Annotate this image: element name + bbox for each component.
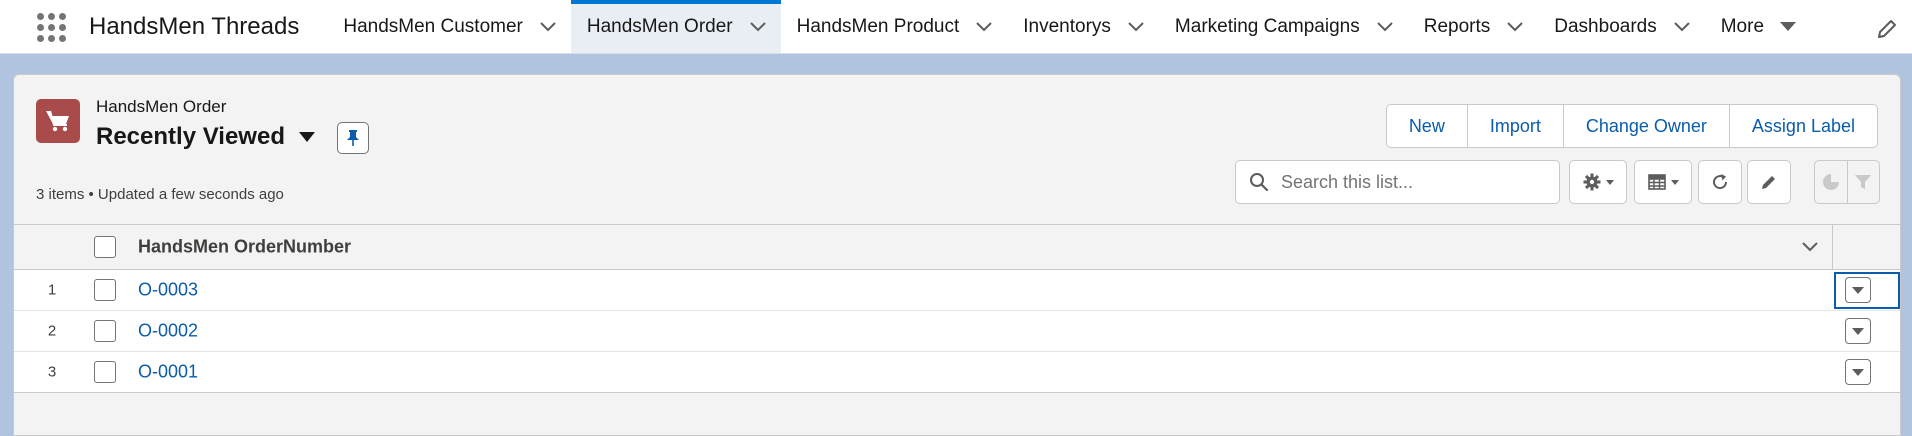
cart-icon: [36, 99, 80, 143]
table-row: 2 O-0002: [14, 311, 1900, 352]
list-meta-status: 3 items • Updated a few seconds ago: [36, 186, 284, 203]
tab-handsmen-product[interactable]: HandsMen Product: [781, 0, 1008, 53]
row-checkbox[interactable]: [94, 361, 116, 383]
caret-down-icon: [298, 132, 315, 142]
filter-icon: [1855, 175, 1872, 189]
assign-label-button[interactable]: Assign Label: [1728, 105, 1877, 147]
inline-edit-button[interactable]: [1747, 160, 1791, 204]
refresh-icon: [1713, 174, 1728, 190]
chevron-down-icon[interactable]: [537, 16, 559, 38]
row-checkbox[interactable]: [94, 320, 116, 342]
tab-label: HandsMen Product: [796, 15, 960, 37]
more-label: More: [1720, 15, 1765, 37]
tab-marketing-campaigns[interactable]: Marketing Campaigns: [1159, 0, 1408, 53]
order-number-link[interactable]: O-0002: [138, 321, 198, 342]
tab-reports[interactable]: Reports: [1408, 0, 1539, 53]
row-actions-button[interactable]: [1845, 277, 1871, 303]
change-owner-button[interactable]: Change Owner: [1562, 105, 1729, 147]
caret-down-icon: [1780, 22, 1797, 31]
filter-button[interactable]: [1846, 161, 1880, 203]
pie-chart-icon: [1822, 174, 1839, 190]
row-number: 2: [47, 322, 57, 340]
chevron-down-icon[interactable]: [747, 16, 769, 38]
display-as-button[interactable]: [1634, 160, 1692, 204]
global-nav: HandsMen Threads HandsMen Customer Hands…: [0, 0, 1912, 54]
order-number-link[interactable]: O-0001: [138, 362, 198, 383]
tab-inventorys[interactable]: Inventorys: [1007, 0, 1159, 53]
chevron-down-icon[interactable]: [1671, 16, 1693, 38]
column-header-order-number[interactable]: HandsMen OrderNumber: [138, 237, 351, 258]
chevron-down-icon[interactable]: [973, 16, 995, 38]
row-actions-button[interactable]: [1845, 318, 1871, 344]
caret-down-icon: [1852, 286, 1864, 294]
list-view-name: Recently Viewed: [96, 123, 285, 150]
chevron-down-icon[interactable]: [1504, 16, 1526, 38]
search-icon: [1250, 173, 1269, 192]
object-label: HandsMen Order: [96, 97, 227, 116]
new-button[interactable]: New: [1386, 105, 1467, 147]
table-row: 3 O-0001: [14, 352, 1900, 393]
table-header-row: HandsMen OrderNumber: [14, 224, 1900, 270]
tab-label: Reports: [1423, 15, 1491, 37]
search-box: [1235, 160, 1560, 204]
table-icon: [1647, 174, 1666, 190]
chevron-down-icon[interactable]: [1125, 16, 1147, 38]
tab-label: HandsMen Customer: [343, 15, 523, 37]
chart-button[interactable]: [1815, 161, 1847, 203]
import-button[interactable]: Import: [1466, 105, 1563, 147]
row-actions-button[interactable]: [1845, 359, 1871, 385]
list-view-picker[interactable]: Recently Viewed: [96, 123, 315, 151]
caret-down-icon: [1852, 327, 1864, 335]
list-actions-group: New Import Change Owner Assign Label: [1385, 104, 1878, 148]
row-number: 3: [47, 363, 57, 381]
caret-down-icon: [1605, 179, 1614, 185]
column-divider: [1832, 225, 1833, 269]
pin-list-button[interactable]: [337, 122, 369, 154]
caret-down-icon: [1670, 179, 1679, 185]
tab-label: Dashboards: [1554, 15, 1657, 37]
app-launcher-waffle-icon[interactable]: [26, 0, 76, 54]
tab-label: HandsMen Order: [586, 15, 733, 37]
pin-icon: [347, 130, 359, 146]
list-view-card: HandsMen Order Recently Viewed 3 items •…: [13, 74, 1901, 436]
table-row: 1 O-0003: [14, 270, 1900, 311]
tab-dashboards[interactable]: Dashboards: [1538, 0, 1704, 53]
nav-tabs: HandsMen Customer HandsMen Order HandsMe…: [327, 0, 1808, 53]
row-checkbox[interactable]: [94, 279, 116, 301]
tab-label: Inventorys: [1023, 15, 1111, 37]
tab-handsmen-order[interactable]: HandsMen Order: [570, 0, 781, 53]
tab-label: Marketing Campaigns: [1174, 15, 1360, 37]
pencil-icon: [1762, 176, 1775, 189]
tab-more[interactable]: More: [1705, 0, 1808, 53]
list-table: HandsMen OrderNumber 1 O-0003 2 O-0002 3…: [14, 224, 1900, 393]
search-input[interactable]: [1281, 171, 1551, 193]
pencil-icon[interactable]: [1876, 18, 1898, 40]
select-all-checkbox[interactable]: [94, 236, 116, 258]
chart-filter-group: [1814, 160, 1880, 204]
caret-down-icon: [1852, 368, 1864, 376]
app-name: HandsMen Threads: [89, 12, 300, 40]
order-number-link[interactable]: O-0003: [138, 280, 198, 301]
chevron-down-icon[interactable]: [1799, 236, 1821, 258]
list-settings-button[interactable]: [1569, 160, 1627, 204]
row-number: 1: [47, 281, 57, 299]
chevron-down-icon[interactable]: [1374, 16, 1396, 38]
refresh-button[interactable]: [1698, 160, 1742, 204]
tab-handsmen-customer[interactable]: HandsMen Customer: [327, 0, 571, 53]
gear-icon: [1583, 173, 1600, 191]
